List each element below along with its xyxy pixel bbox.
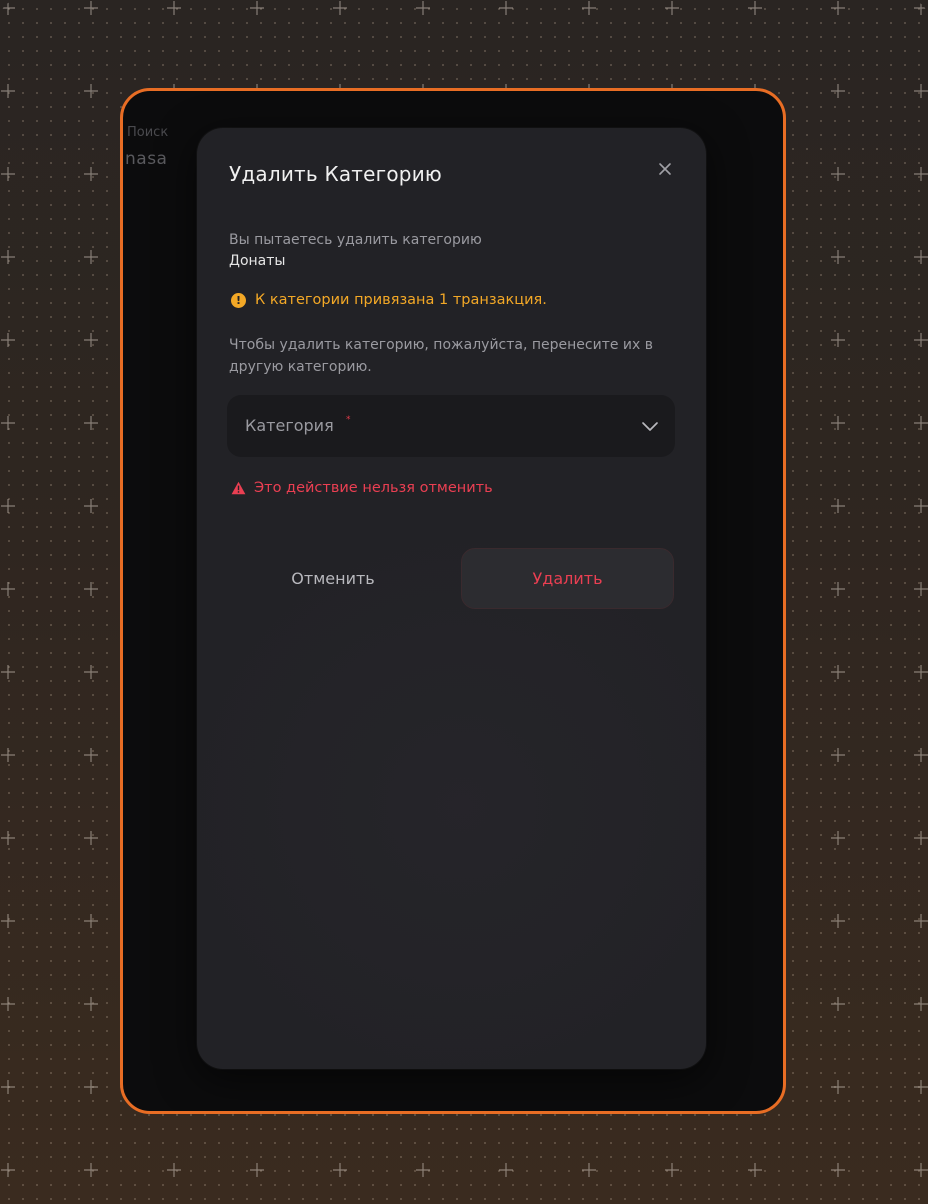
cross-mark (914, 416, 928, 430)
cross-mark (1, 831, 15, 845)
cross-mark (831, 250, 845, 264)
cross-mark (84, 582, 98, 596)
cross-mark (831, 333, 845, 347)
cross-mark (914, 1163, 928, 1177)
category-name: Донаты (229, 253, 286, 269)
cross-mark (84, 914, 98, 928)
cross-mark (914, 665, 928, 679)
cross-mark (1, 1080, 15, 1094)
cross-mark (250, 1, 264, 15)
cross-mark (831, 748, 845, 762)
cross-mark (84, 250, 98, 264)
cross-mark (499, 1163, 513, 1177)
cross-mark (84, 416, 98, 430)
cross-mark (84, 84, 98, 98)
cross-mark (1, 416, 15, 430)
cross-mark (1, 914, 15, 928)
cross-mark (84, 1163, 98, 1177)
transaction-warning: ! К категории привязана 1 транзакция. (231, 292, 547, 308)
page-background: Поиск nasa Удалить Категорию Вы пытаетес… (0, 0, 928, 1204)
required-marker: * (346, 415, 351, 425)
danger-text: Это действие нельзя отменить (254, 480, 493, 496)
cross-mark (748, 1163, 762, 1177)
cross-mark (416, 1163, 430, 1177)
cross-mark (1, 997, 15, 1011)
close-button[interactable] (654, 158, 676, 180)
cross-mark (831, 167, 845, 181)
chevron-down-icon (642, 422, 658, 431)
cross-mark (250, 1163, 264, 1177)
cross-mark (84, 665, 98, 679)
cross-mark (914, 748, 928, 762)
cross-mark (1, 250, 15, 264)
cross-mark (84, 1080, 98, 1094)
cross-mark (167, 1163, 181, 1177)
cross-mark (914, 167, 928, 181)
cross-mark (1, 167, 15, 181)
cross-mark (84, 748, 98, 762)
warning-text: К категории привязана 1 транзакция. (255, 292, 547, 308)
cross-mark (914, 997, 928, 1011)
cross-mark (831, 1080, 845, 1094)
cross-mark (831, 1163, 845, 1177)
cross-mark (416, 1, 430, 15)
cross-mark (914, 499, 928, 513)
close-icon (659, 163, 671, 175)
cross-mark (1, 84, 15, 98)
cross-mark (84, 499, 98, 513)
cross-mark (831, 914, 845, 928)
cross-mark (1, 333, 15, 347)
cross-mark (582, 1163, 596, 1177)
dialog-description: Вы пытаетесь удалить категорию (229, 232, 482, 248)
irreversible-warning: Это действие нельзя отменить (231, 480, 493, 496)
search-label: Поиск (127, 125, 169, 140)
cross-mark (1, 1, 15, 15)
cross-mark (84, 1, 98, 15)
cross-mark (1, 499, 15, 513)
cross-mark (582, 1, 596, 15)
cross-mark (914, 914, 928, 928)
cross-mark (831, 84, 845, 98)
instruction-text: Чтобы удалить категорию, пожалуйста, пер… (229, 337, 654, 375)
cross-mark (831, 997, 845, 1011)
cross-mark (1, 665, 15, 679)
cross-mark (831, 416, 845, 430)
cross-mark (499, 1, 513, 15)
cross-mark (84, 831, 98, 845)
cancel-button[interactable]: Отменить (227, 548, 439, 608)
cross-mark (167, 1, 181, 15)
cross-mark (84, 997, 98, 1011)
cross-mark (1, 748, 15, 762)
cross-mark (914, 84, 928, 98)
delete-category-dialog: Удалить Категорию Вы пытаетесь удалить к… (197, 128, 706, 1069)
cross-mark (84, 167, 98, 181)
cross-mark (84, 333, 98, 347)
cross-mark (333, 1, 347, 15)
exclamation-circle-icon: ! (231, 292, 246, 308)
cross-mark (914, 582, 928, 596)
delete-button[interactable]: Удалить (461, 548, 674, 609)
cross-mark (914, 1080, 928, 1094)
cross-mark (831, 665, 845, 679)
category-select[interactable]: Категория * (227, 395, 675, 457)
cross-mark (665, 1, 679, 15)
app-window: Поиск nasa Удалить Категорию Вы пытаетес… (120, 88, 786, 1114)
cross-mark (748, 1, 762, 15)
cross-mark (1, 582, 15, 596)
category-select-placeholder: Категория (245, 416, 334, 435)
cross-mark (1, 1163, 15, 1177)
cross-mark (665, 1163, 679, 1177)
search-value: nasa (125, 149, 168, 169)
cross-mark (914, 333, 928, 347)
cross-mark (914, 250, 928, 264)
cross-mark (831, 831, 845, 845)
cross-mark (831, 582, 845, 596)
cross-mark (831, 499, 845, 513)
cross-mark (333, 1163, 347, 1177)
dialog-title: Удалить Категорию (229, 162, 442, 186)
cross-mark (914, 1, 928, 15)
alert-triangle-icon (231, 481, 246, 495)
cross-mark (831, 1, 845, 15)
cross-mark (914, 831, 928, 845)
